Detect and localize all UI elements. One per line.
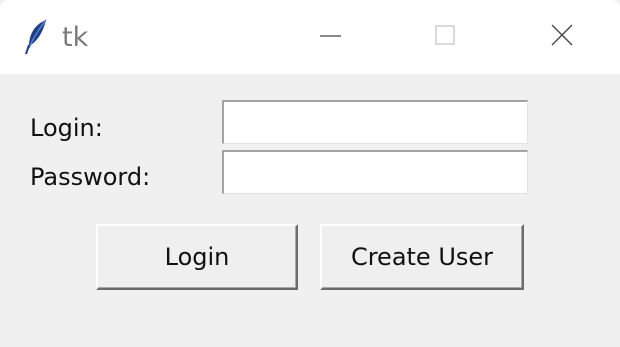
app-window: tk Login: Password: Login Create User [0,0,620,347]
password-label: Password: [30,163,151,191]
feather-icon [24,18,50,56]
create-user-button[interactable]: Create User [320,224,524,290]
close-button[interactable] [504,0,620,74]
login-input[interactable] [222,100,528,144]
title-bar[interactable]: tk [0,0,620,74]
login-button[interactable]: Login [96,224,298,290]
login-label: Login: [30,114,103,142]
window-title: tk [62,22,89,53]
create-user-button-label: Create User [350,243,494,271]
login-form: Login: Password: Login Create User [0,74,620,347]
login-button-label: Login [164,243,230,271]
maximize-button[interactable] [388,0,504,74]
minimize-button[interactable] [272,0,388,74]
password-input[interactable] [222,150,528,194]
